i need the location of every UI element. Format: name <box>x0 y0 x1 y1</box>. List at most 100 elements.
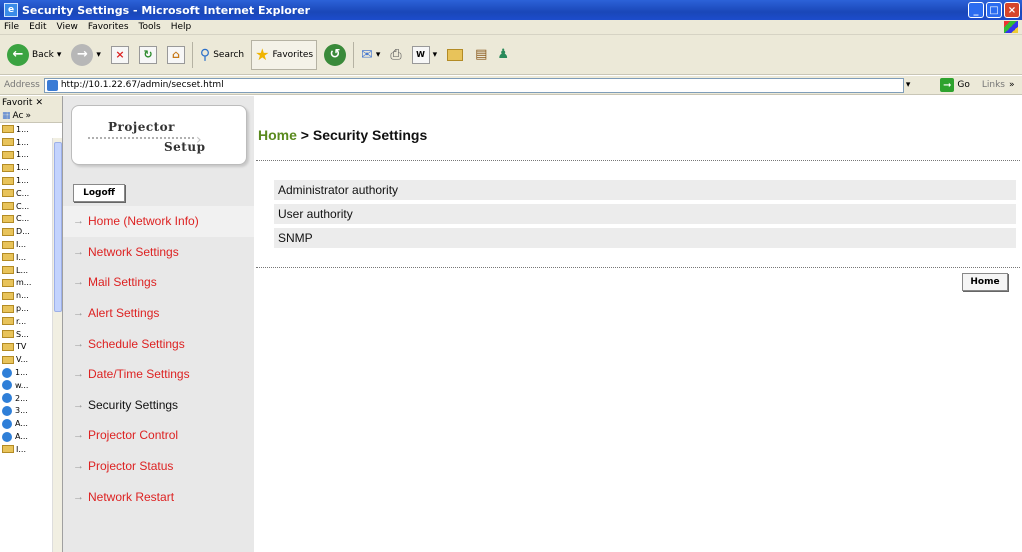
logo-dots <box>88 137 194 139</box>
research-button[interactable]: ▤ <box>472 40 490 70</box>
print-button[interactable]: ⎙ <box>387 40 404 70</box>
refresh-button[interactable]: ↻ <box>136 40 160 70</box>
close-button[interactable]: × <box>1004 2 1020 18</box>
chevron-right-icon[interactable]: » <box>1009 80 1015 90</box>
window-controls: _ □ × <box>968 2 1020 18</box>
ie-page-icon <box>2 393 12 404</box>
breadcrumb-home-link[interactable]: Home <box>258 127 297 143</box>
settings-link-user[interactable]: User authority <box>274 204 1016 224</box>
folder-button[interactable] <box>444 40 468 70</box>
menu-file[interactable]: File <box>4 22 19 32</box>
nav-item-network-restart[interactable]: → Network Restart <box>63 481 254 512</box>
divider <box>256 267 1020 268</box>
favorites-item-label: r... <box>16 316 27 326</box>
minimize-button[interactable]: _ <box>968 2 984 18</box>
favorites-item-label: w... <box>15 380 29 390</box>
favorites-item-label: n... <box>16 291 29 301</box>
edit-button[interactable]: W ▾ <box>409 40 441 70</box>
back-label: Back <box>32 49 54 60</box>
address-dropdown-icon[interactable]: ▾ <box>906 80 911 90</box>
favorites-item-label: 2... <box>15 393 28 403</box>
refresh-icon: ↻ <box>138 45 157 64</box>
arrow-right-icon: → <box>73 276 84 289</box>
ie-app-icon: e <box>4 3 18 17</box>
nav-item-mail-settings[interactable]: → Mail Settings <box>63 267 254 298</box>
favorites-scrollbar[interactable] <box>52 138 62 552</box>
folder-icon <box>2 266 14 275</box>
folder-icon <box>2 138 14 147</box>
favorites-item-label: A... <box>15 419 28 429</box>
separator <box>353 41 355 68</box>
edit-page-icon: W <box>411 45 430 64</box>
settings-link-administrator[interactable]: Administrator authority <box>274 180 1016 200</box>
menu-help[interactable]: Help <box>171 22 192 32</box>
nav-list: → Home (Network Info) → Network Settings → Ma… <box>63 206 254 512</box>
nav-item-label: Security Settings <box>88 397 179 412</box>
ie-page-icon <box>2 367 12 378</box>
favorites-item-label: 3... <box>15 406 28 416</box>
close-icon[interactable]: ✕ <box>35 98 43 108</box>
folder-icon <box>2 342 14 351</box>
nav-item-label: Network Settings <box>88 244 179 259</box>
nav-item-projector-control[interactable]: → Projector Control <box>63 420 254 451</box>
home-button[interactable]: Home <box>962 273 1008 291</box>
favorites-item-label: C... <box>16 201 30 211</box>
back-button[interactable]: ← Back ▾ <box>4 40 64 70</box>
folder-icon <box>2 163 14 172</box>
favorites-item-label: 1... <box>15 368 28 378</box>
arrow-right-icon: → <box>73 460 84 473</box>
mail-button[interactable]: ✉ ▾ <box>358 40 383 70</box>
stop-button[interactable]: × <box>108 40 132 70</box>
nav-item-label: Alert Settings <box>88 306 160 321</box>
settings-link-snmp[interactable]: SNMP <box>274 228 1016 248</box>
chevron-right-icon[interactable]: » <box>25 111 31 121</box>
messenger-button[interactable]: ♟ <box>494 40 512 70</box>
nav-item-security-settings[interactable]: → Security Settings <box>63 390 254 421</box>
logoff-button[interactable]: Logoff <box>73 184 125 202</box>
nav-item-home-network-info[interactable]: → Home (Network Info) <box>63 206 254 237</box>
nav-item-network-settings[interactable]: → Network Settings <box>63 237 254 268</box>
menu-view[interactable]: View <box>57 22 78 32</box>
folder-icon <box>2 304 14 313</box>
nav-item-alert-settings[interactable]: → Alert Settings <box>63 298 254 329</box>
nav-item-schedule-settings[interactable]: → Schedule Settings <box>63 328 254 359</box>
folder-icon <box>2 445 14 454</box>
nav-item-projector-status[interactable]: → Projector Status <box>63 451 254 482</box>
back-arrow-icon: ← <box>7 43 29 66</box>
chevron-down-icon: ▾ <box>96 49 101 60</box>
address-input[interactable]: http://10.1.22.67/admin/secset.html <box>43 77 904 93</box>
toolbar: ← Back ▾ → ▾ × ↻ ⌂ ⚲ Search ★ Favorites … <box>0 35 1022 75</box>
arrow-right-icon: → <box>73 245 84 258</box>
nav-item-date-time-settings[interactable]: → Date/Time Settings <box>63 359 254 390</box>
ie-page-icon <box>2 418 12 429</box>
folder-icon <box>2 189 14 198</box>
projector-nav-panel: Projector › Setup Logoff → Home (Network … <box>63 96 254 552</box>
logo-line-1: Projector <box>108 120 176 134</box>
links-label[interactable]: Links <box>982 80 1005 90</box>
favorites-add-label[interactable]: Ac <box>13 111 24 121</box>
folder-icon <box>2 125 14 134</box>
arrow-right-icon: → <box>73 337 84 350</box>
favorites-item-label: L... <box>16 265 29 275</box>
scrollbar-thumb[interactable] <box>54 142 62 312</box>
forward-button[interactable]: → ▾ <box>68 40 104 70</box>
add-favorite-icon[interactable]: ▦ <box>2 111 11 121</box>
history-button[interactable]: ↺ <box>321 40 349 70</box>
maximize-button[interactable]: □ <box>986 2 1002 18</box>
search-button[interactable]: ⚲ Search <box>197 40 247 70</box>
breadcrumb-current: > Security Settings <box>296 127 428 143</box>
favorites-item[interactable]: 1... <box>0 123 62 136</box>
home-toolbar-button[interactable]: ⌂ <box>164 40 188 70</box>
search-label: Search <box>213 49 245 60</box>
menu-bar: File Edit View Favorites Tools Help <box>0 20 1022 35</box>
menu-tools[interactable]: Tools <box>139 22 161 32</box>
menu-favorites[interactable]: Favorites <box>88 22 129 32</box>
menu-edit[interactable]: Edit <box>29 22 46 32</box>
favorites-item-label: 1... <box>16 163 29 173</box>
favorites-item-label: D... <box>16 227 30 237</box>
go-button[interactable]: ➞ Go <box>940 78 970 92</box>
arrow-right-icon: → <box>73 398 84 411</box>
favorites-button[interactable]: ★ Favorites <box>251 39 318 70</box>
favorites-add-row: ▦ Ac » <box>0 109 62 123</box>
favorites-item-label: C... <box>16 188 30 198</box>
